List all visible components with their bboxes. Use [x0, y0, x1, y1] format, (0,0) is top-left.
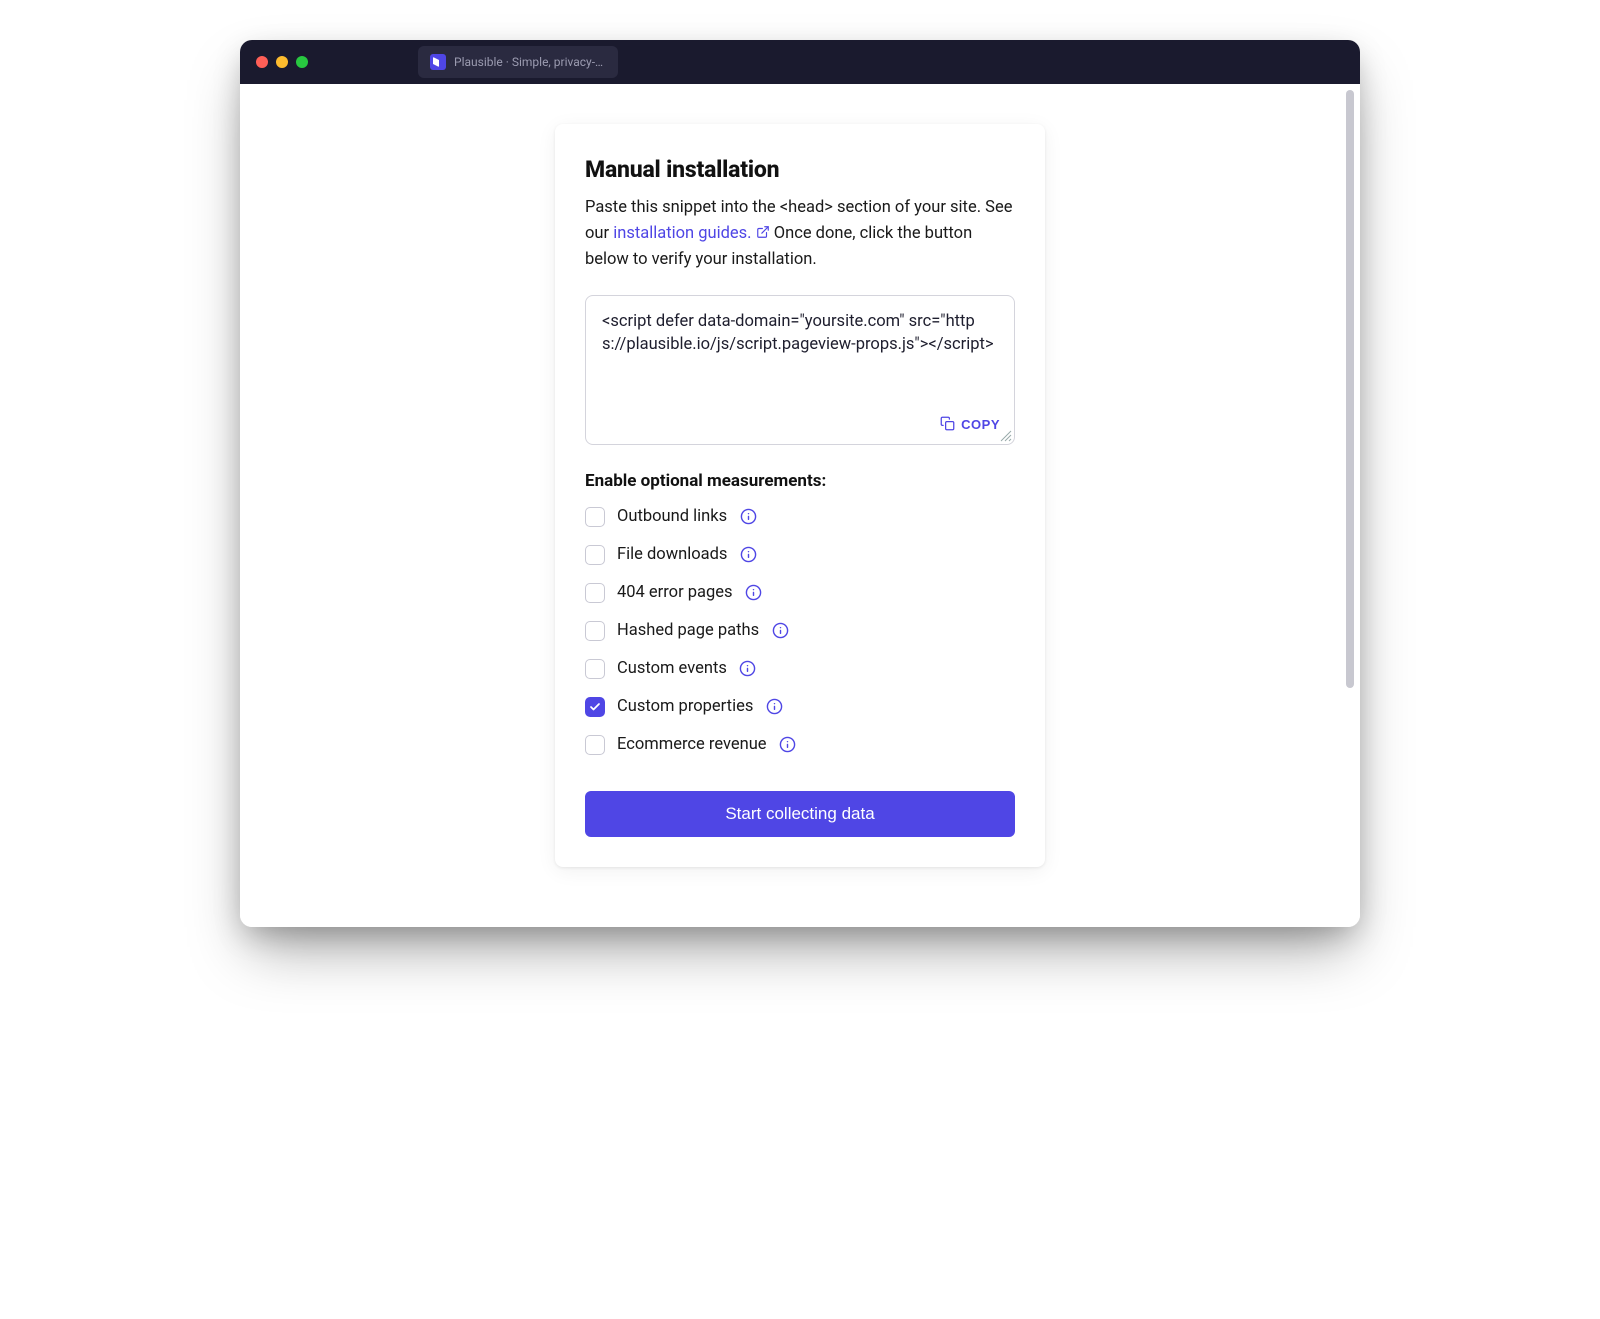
info-icon[interactable] [739, 546, 757, 564]
checkbox-ecommerce-revenue[interactable] [585, 735, 605, 755]
close-window-button[interactable] [256, 56, 268, 68]
titlebar: Plausible · Simple, privacy-frien [240, 40, 1360, 84]
option-label: Hashed page paths [617, 621, 759, 640]
info-icon[interactable] [739, 660, 757, 678]
info-icon[interactable] [765, 698, 783, 716]
installation-card: Manual installation Paste this snippet i… [555, 124, 1045, 867]
snippet-box[interactable]: <script defer data-domain="yoursite.com"… [585, 295, 1015, 445]
option-label: 404 error pages [617, 583, 733, 602]
info-icon[interactable] [739, 508, 757, 526]
option-custom-events: Custom events [585, 659, 1015, 679]
option-label: Custom events [617, 659, 727, 678]
card-title: Manual installation [585, 156, 1015, 183]
copy-label: COPY [961, 417, 1000, 432]
tab-title: Plausible · Simple, privacy-frien [454, 55, 606, 69]
info-icon[interactable] [779, 736, 797, 754]
external-link-icon [756, 222, 770, 248]
copy-icon [940, 416, 955, 434]
scrollbar-track[interactable] [1346, 90, 1354, 921]
page-content: Manual installation Paste this snippet i… [240, 84, 1360, 927]
checkbox-hashed-page-paths[interactable] [585, 621, 605, 641]
option-outbound-links: Outbound links [585, 507, 1015, 527]
resize-handle-icon [1000, 430, 1012, 442]
option-label: File downloads [617, 545, 727, 564]
maximize-window-button[interactable] [296, 56, 308, 68]
checkbox-custom-properties[interactable] [585, 697, 605, 717]
scrollbar-thumb[interactable] [1346, 90, 1354, 688]
option-custom-properties: Custom properties [585, 697, 1015, 717]
minimize-window-button[interactable] [276, 56, 288, 68]
start-collecting-button[interactable]: Start collecting data [585, 791, 1015, 837]
snippet-text[interactable]: <script defer data-domain="yoursite.com"… [602, 310, 998, 356]
checkbox-file-downloads[interactable] [585, 545, 605, 565]
options-list: Outbound links File downloads 404 error … [585, 507, 1015, 755]
option-hashed-page-paths: Hashed page paths [585, 621, 1015, 641]
info-icon[interactable] [771, 622, 789, 640]
installation-guides-link[interactable]: installation guides. [613, 224, 769, 243]
checkbox-outbound-links[interactable] [585, 507, 605, 527]
option-label: Outbound links [617, 507, 727, 526]
card-description: Paste this snippet into the <head> secti… [585, 195, 1015, 273]
browser-window: Plausible · Simple, privacy-frien Manual… [240, 40, 1360, 927]
browser-tab[interactable]: Plausible · Simple, privacy-frien [418, 46, 618, 78]
window-controls [256, 56, 308, 68]
link-text: installation guides. [613, 224, 751, 243]
info-icon[interactable] [745, 584, 763, 602]
option-404-error-pages: 404 error pages [585, 583, 1015, 603]
options-section-label: Enable optional measurements: [585, 471, 1015, 491]
checkbox-404-error-pages[interactable] [585, 583, 605, 603]
option-ecommerce-revenue: Ecommerce revenue [585, 735, 1015, 755]
plausible-favicon-icon [430, 54, 446, 70]
option-file-downloads: File downloads [585, 545, 1015, 565]
option-label: Ecommerce revenue [617, 735, 767, 754]
copy-button[interactable]: COPY [940, 416, 1000, 434]
option-label: Custom properties [617, 697, 753, 716]
checkbox-custom-events[interactable] [585, 659, 605, 679]
